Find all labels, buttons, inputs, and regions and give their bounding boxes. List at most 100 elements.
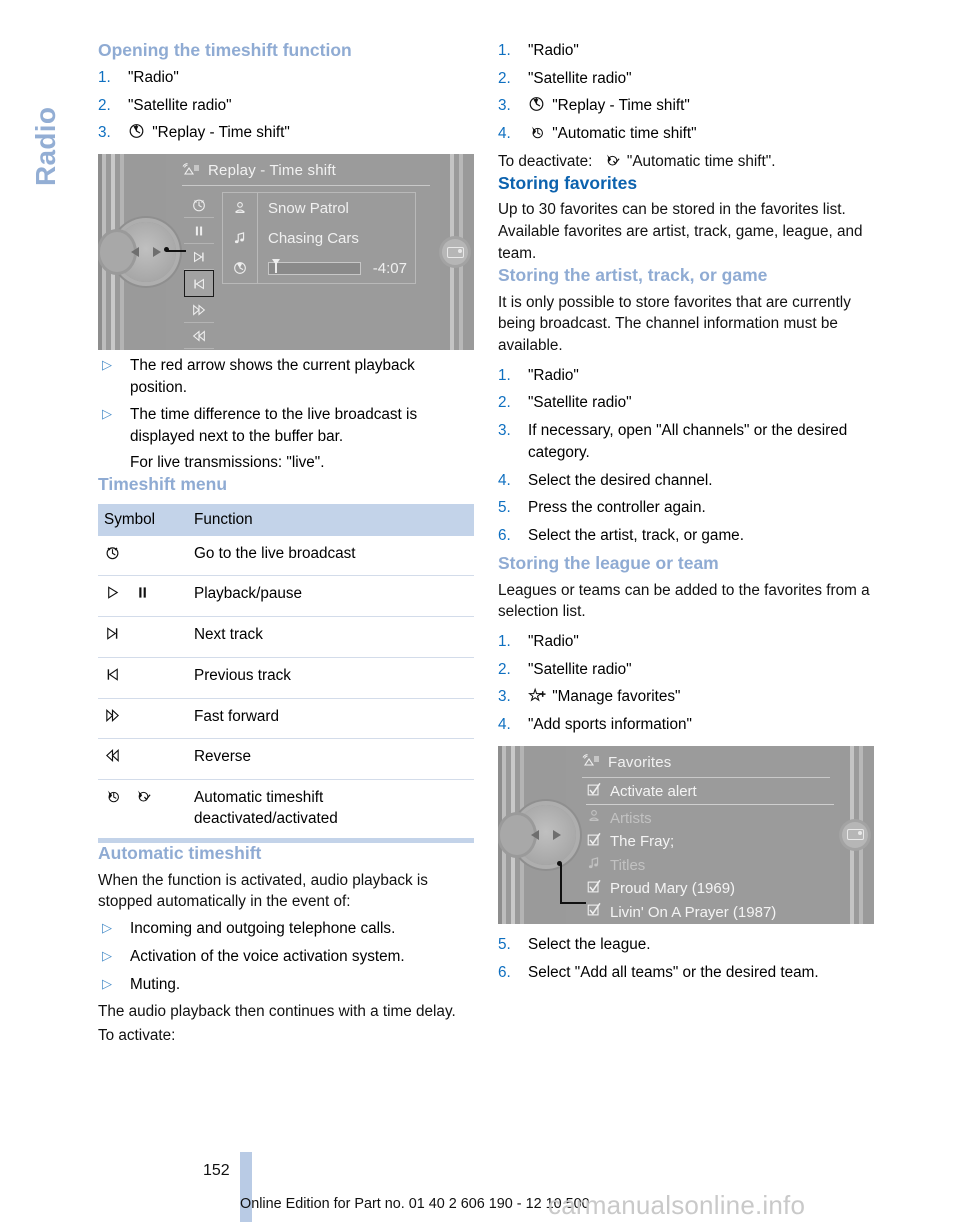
next-track-icon[interactable] <box>184 244 214 271</box>
timeshift-icon-column <box>184 192 214 350</box>
symbol-cell <box>98 698 188 740</box>
steps-storing-artist: 1. "Radio" 2. "Satellite radio" 3. If ne… <box>498 365 874 547</box>
triangle-bullet-icon: ▷ <box>102 357 112 373</box>
replay-timeshift-icon <box>128 123 145 139</box>
deactivate-prefix: To deactivate: <box>498 152 593 170</box>
controller-knob[interactable] <box>500 804 576 865</box>
step-number: 2. <box>498 660 511 678</box>
pause-icon[interactable] <box>184 218 214 245</box>
list-item: ▷ Incoming and outgoing telephone calls. <box>98 918 474 940</box>
reverse-icon[interactable] <box>184 323 214 350</box>
automatic-timeshift-icon[interactable] <box>184 349 214 350</box>
step-text: Select the league. <box>528 935 651 953</box>
satellite-radio-icon <box>582 754 599 770</box>
list-item: 4. "Add sports information" <box>498 714 874 736</box>
table-row: Playback/pause <box>98 575 474 618</box>
step-number: 5. <box>498 499 511 517</box>
symbol-cell <box>98 657 188 699</box>
screenshot-replay-timeshift: Replay - Time shift Snow Patrol Chasing … <box>98 154 474 351</box>
live-broadcast-icon[interactable] <box>184 192 214 219</box>
knob-arrow-right-icon <box>553 829 561 840</box>
chapter-tab: Radio <box>22 36 62 196</box>
step-number: 5. <box>498 935 511 953</box>
list-item: 3. "Manage favorites" <box>498 686 874 708</box>
step-text: "Replay - Time shift" <box>152 124 290 142</box>
controller-knob[interactable] <box>100 222 176 283</box>
list-item[interactable]: Activate alert <box>586 780 834 804</box>
leader-line-v <box>560 863 562 904</box>
fast-forward-icon[interactable] <box>184 297 214 324</box>
bullets-continuation-text: For live transmissions: "live". <box>130 453 325 471</box>
list-item: 2. "Satellite radio" <box>498 68 874 90</box>
list-item: 6. Select the artist, track, or game. <box>498 525 874 547</box>
live-broadcast-icon <box>104 544 121 568</box>
heading-storing-artist: Storing the artist, track, or game <box>498 264 768 285</box>
table-row: Fast forward <box>98 698 474 740</box>
step-text: If necessary, open "All channels" or the… <box>528 422 848 461</box>
list-item: 1. "Radio" <box>98 67 474 89</box>
table-header-row: Symbol Function <box>98 503 474 536</box>
step-number: 1. <box>498 633 511 650</box>
artist-icon <box>586 808 602 828</box>
replay-timeshift-icon <box>528 96 545 112</box>
chapter-tab-label: Radio <box>30 106 61 186</box>
screen-title-bar: Favorites <box>582 754 672 771</box>
step-text: "Satellite radio" <box>528 394 632 412</box>
buffer-row: -4:07 <box>258 253 415 283</box>
list-item: ▷ Activation of the voice activation sys… <box>98 946 474 968</box>
triangle-bullet-icon: ▷ <box>102 920 112 936</box>
steps-opening-timeshift: 1. "Radio" 2. "Satellite radio" 3. "Repl… <box>98 67 474 144</box>
symbol-cell <box>98 738 188 781</box>
knob-arrow-left-icon <box>131 247 139 258</box>
next-track-icon <box>104 625 121 649</box>
screen-title-bar: Replay - Time shift <box>182 162 336 179</box>
favorites-list: Activate alert Artists The Fray; Titles … <box>586 780 834 924</box>
list-item-label: Titles <box>610 856 646 874</box>
play-icon <box>104 584 121 608</box>
checkbox-checked-icon <box>586 832 602 852</box>
right-column: 1. "Radio" 2. "Satellite radio" 3. "Repl… <box>498 40 874 989</box>
page-number: 152 <box>203 1162 230 1179</box>
list-item: 3. "Replay - Time shift" <box>98 122 474 144</box>
now-playing-icon-column <box>223 193 258 284</box>
function-cell: Previous track <box>188 657 474 699</box>
screen-right-button[interactable] <box>842 821 868 848</box>
function-cell: Fast forward <box>188 698 474 740</box>
paragraph-automatic-timeshift: When the function is activated, audio pl… <box>98 871 428 911</box>
list-item: ▷ The time difference to the live broadc… <box>98 404 474 447</box>
step-text: "Manage favorites" <box>552 688 681 706</box>
bullet-text: The time difference to the live broadcas… <box>130 406 418 446</box>
paragraph-storing-league: Leagues or teams can be added to the fav… <box>498 581 870 621</box>
list-item: ▷ The red arrow shows the current playba… <box>98 355 474 398</box>
symbol-cell <box>98 535 188 577</box>
screenshot-favorites: Favorites Activate alert Artists The Fra… <box>498 745 874 924</box>
column-header-function: Function <box>188 503 474 536</box>
symbol-cell <box>98 780 188 838</box>
list-item: Titles <box>586 853 834 877</box>
display-button-icon <box>846 829 864 841</box>
paragraph-storing-favorites: Up to 30 favorites can be stored in the … <box>498 201 863 262</box>
knob-arrow-left-icon <box>531 829 539 840</box>
previous-track-icon[interactable] <box>184 270 214 298</box>
step-text: "Radio" <box>128 68 179 86</box>
list-item[interactable]: Proud Mary (1969) <box>586 877 834 901</box>
table-row: Reverse <box>98 738 474 781</box>
function-cell: Reverse <box>188 738 474 781</box>
bullet-text: Muting. <box>130 975 181 993</box>
auto-timeshift-on-icon <box>603 152 620 168</box>
leader-line-h <box>166 250 186 252</box>
list-item[interactable]: The Fray; <box>586 830 834 854</box>
table-row: Next track <box>98 616 474 658</box>
list-item[interactable]: Livin' On A Prayer (1987) <box>586 900 834 924</box>
playback-position-line <box>275 261 277 273</box>
heading-opening-timeshift: Opening the timeshift function <box>98 40 352 60</box>
heading-automatic-timeshift: Automatic timeshift <box>98 842 262 863</box>
screen-title-rule <box>182 185 430 187</box>
step-number: 2. <box>498 394 511 412</box>
timeshift-menu-table: Symbol Function Go to the live broadcast <box>98 503 474 838</box>
artist-icon <box>223 193 257 223</box>
music-note-icon <box>586 855 602 875</box>
screen-right-button[interactable] <box>442 239 468 266</box>
paragraph-time-delay: The audio playback then continues with a… <box>98 1003 456 1021</box>
reverse-icon <box>104 747 121 771</box>
